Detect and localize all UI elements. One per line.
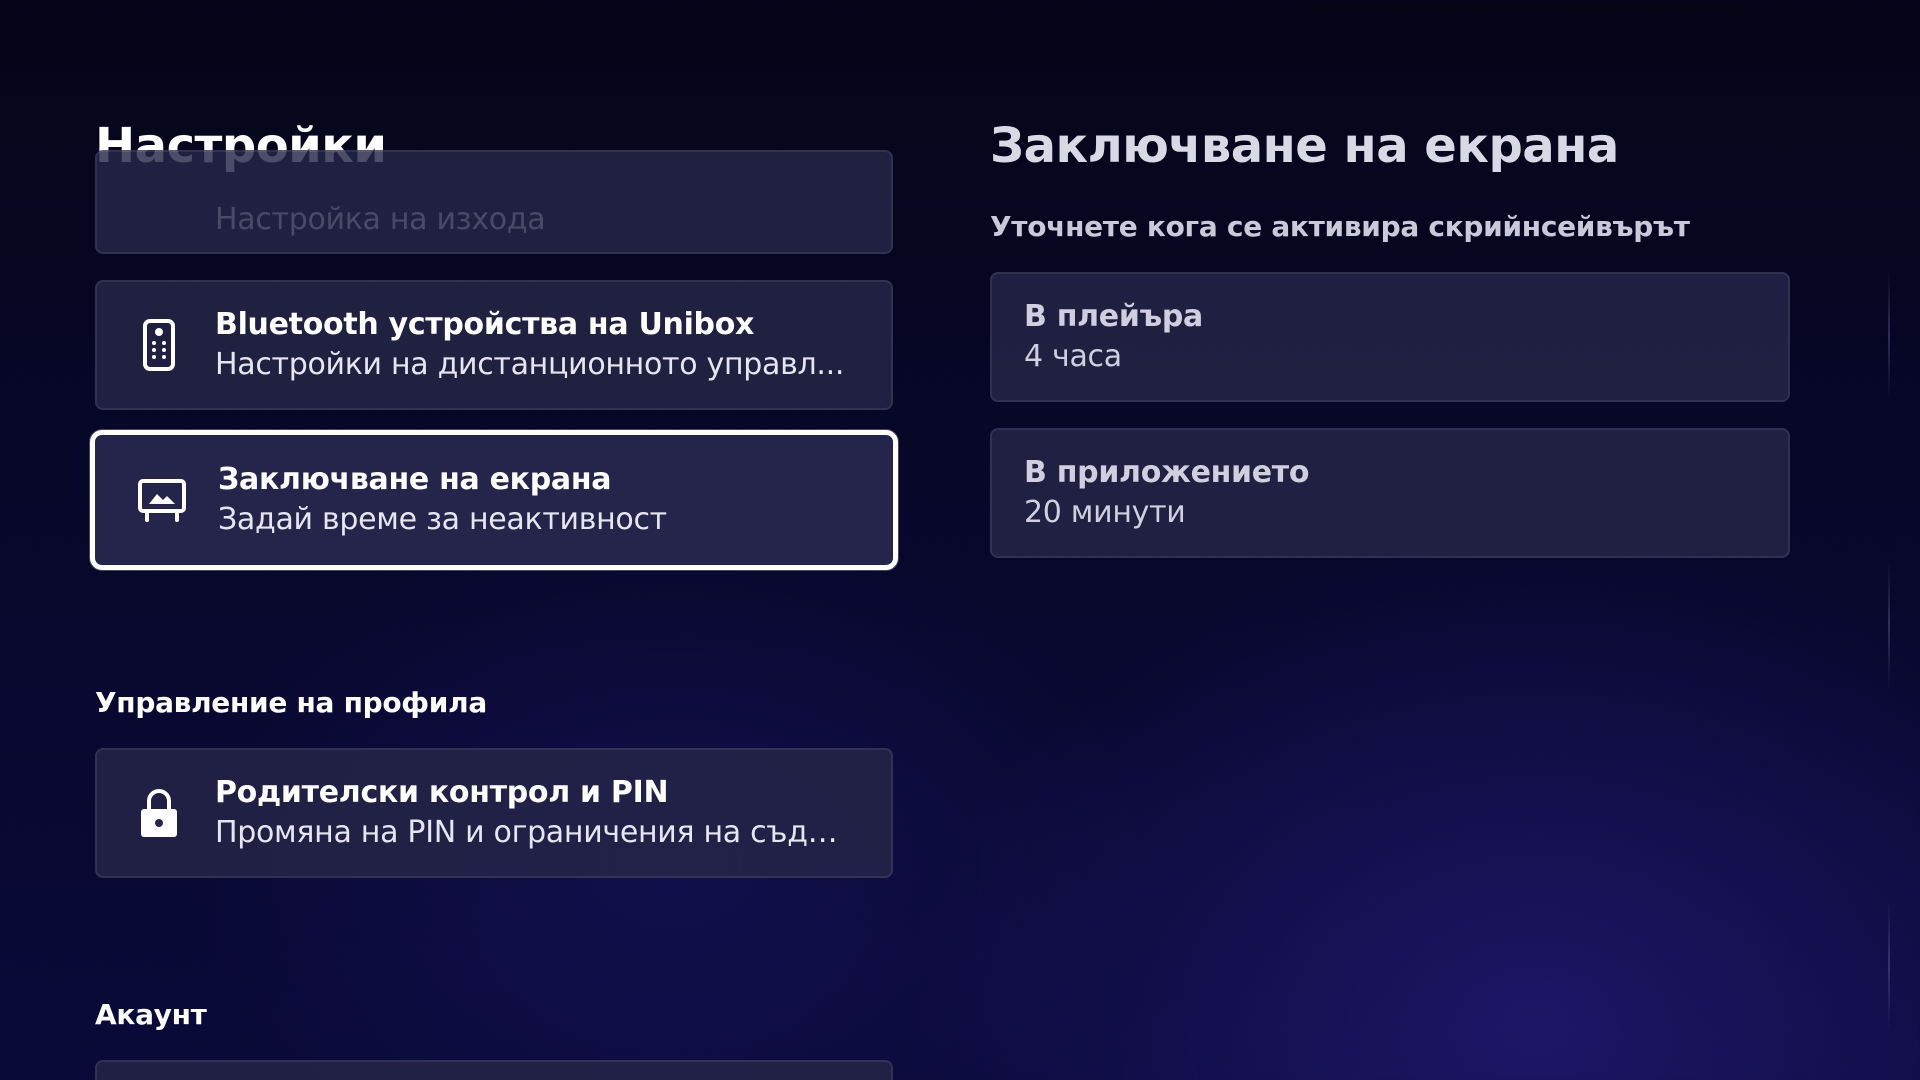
edge-divider [1888,270,1890,400]
settings-item-subtitle: Промяна на PIN и ограничения на съдър... [215,815,851,850]
section-heading-account: Акаунт [95,998,207,1031]
settings-item-subtitle: Настройки на дистанционното управл... [215,347,845,382]
edge-divider [1888,560,1890,690]
settings-item-subtitle: Настройка на изхода [215,202,546,237]
section-heading-profile: Управление на профила [95,686,487,719]
option-title: В приложението [1024,455,1310,490]
settings-item-title: Заключване на екрана [218,462,612,497]
option-in-app[interactable]: В приложението 20 минути [990,428,1790,558]
settings-item-title: Родителски контрол и PIN [215,775,669,810]
detail-title: Заключване на екрана [990,118,1619,174]
settings-item-parental-control[interactable]: Родителски контрол и PIN Промяна на PIN … [95,748,893,878]
lock-icon [133,787,185,839]
settings-item-bluetooth[interactable]: Bluetooth устройства на Unibox Настройки… [95,280,893,410]
option-value: 20 минути [1024,495,1186,530]
option-title: В плейъра [1024,299,1203,334]
option-in-player[interactable]: В плейъра 4 часа [990,272,1790,402]
settings-item-title: Bluetooth устройства на Unibox [215,307,755,342]
edge-divider [1888,900,1890,1030]
screen-lock-icon [136,474,188,526]
option-value: 4 часа [1024,339,1122,374]
detail-subtitle: Уточнете кога се активира скрийнсейвърът [990,210,1690,243]
settings-item-output[interactable]: Настройка на изхода [95,150,893,254]
settings-item-account[interactable] [95,1060,893,1080]
settings-item-subtitle: Задай време за неактивност [218,502,667,537]
remote-control-icon [133,319,185,371]
settings-item-screen-lock[interactable]: Заключване на екрана Задай време за неак… [90,430,898,570]
